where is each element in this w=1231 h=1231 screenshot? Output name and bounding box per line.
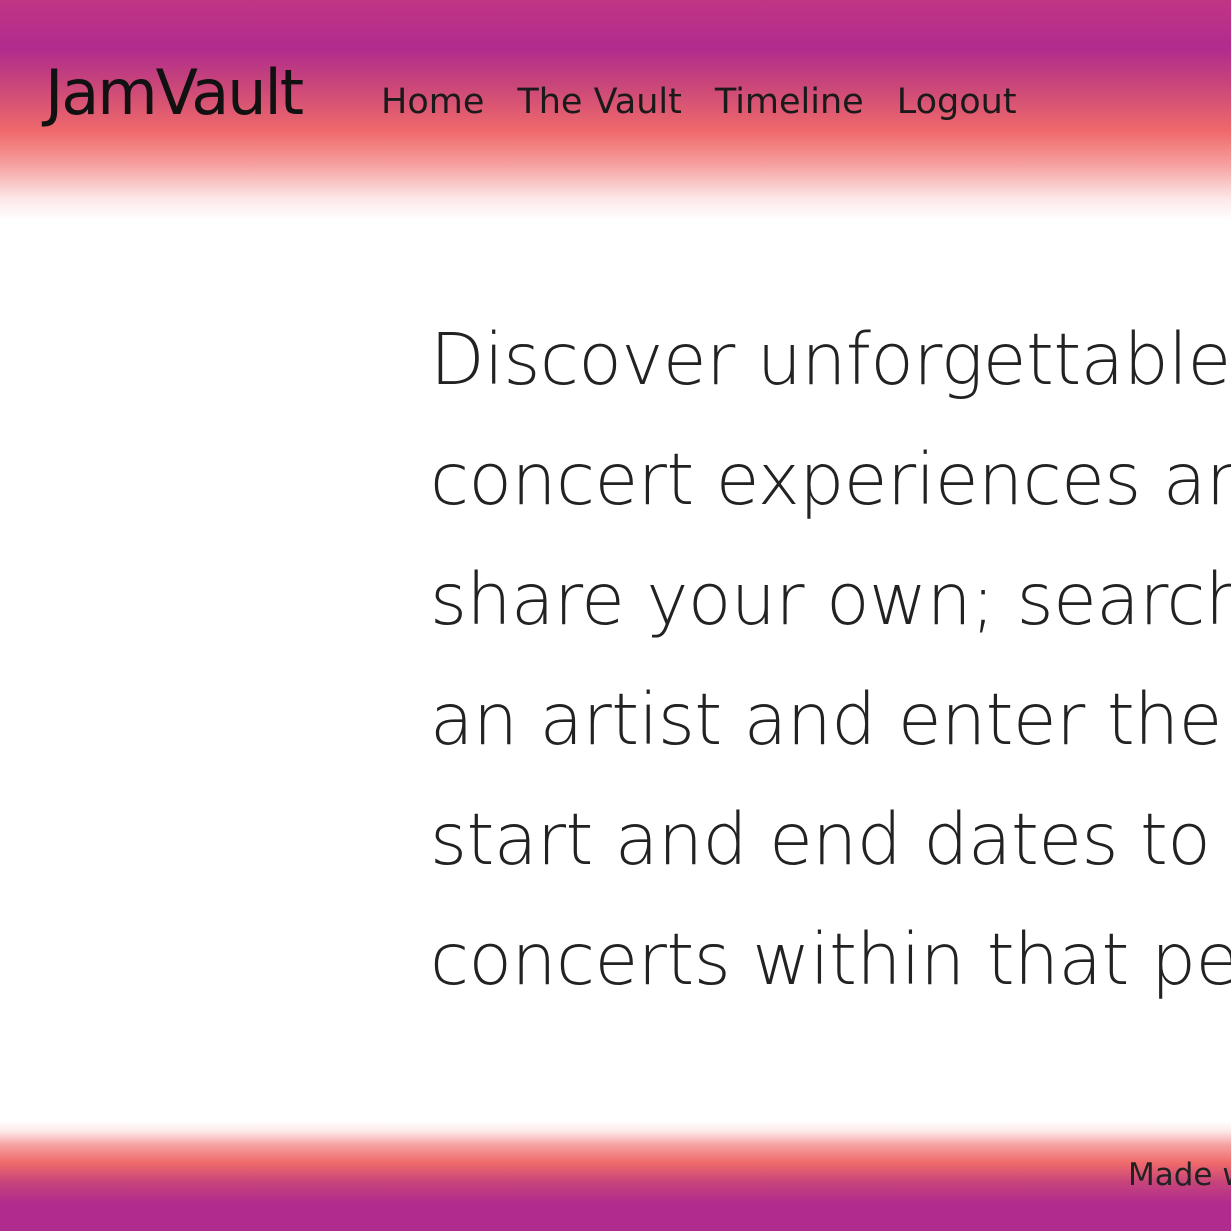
intro-line: share your own; search for (430, 558, 1231, 641)
site-header: JamVault Home The Vault Timeline Logout (0, 0, 1231, 220)
site-logo[interactable]: JamVault (45, 62, 304, 124)
site-footer: Made with (0, 1121, 1231, 1231)
main-nav: Home The Vault Timeline Logout (381, 81, 1017, 123)
intro-line: start and end dates to find (430, 798, 1231, 881)
intro-line: an artist and enter the (430, 678, 1222, 761)
intro-line: concert experiences and (430, 438, 1231, 521)
footer-credit: Made with (1128, 1157, 1231, 1193)
intro-line: Discover unforgettable (430, 318, 1231, 401)
nav-link-timeline[interactable]: Timeline (715, 81, 864, 123)
nav-link-the-vault[interactable]: The Vault (517, 81, 682, 123)
nav-link-home[interactable]: Home (381, 81, 484, 123)
intro-line: concerts within that period. (430, 918, 1231, 1001)
nav-link-logout[interactable]: Logout (897, 81, 1017, 123)
intro-paragraph: Discover unforgettable concert experienc… (430, 300, 1231, 1020)
intro-section: Discover unforgettable concert experienc… (430, 300, 1231, 1020)
